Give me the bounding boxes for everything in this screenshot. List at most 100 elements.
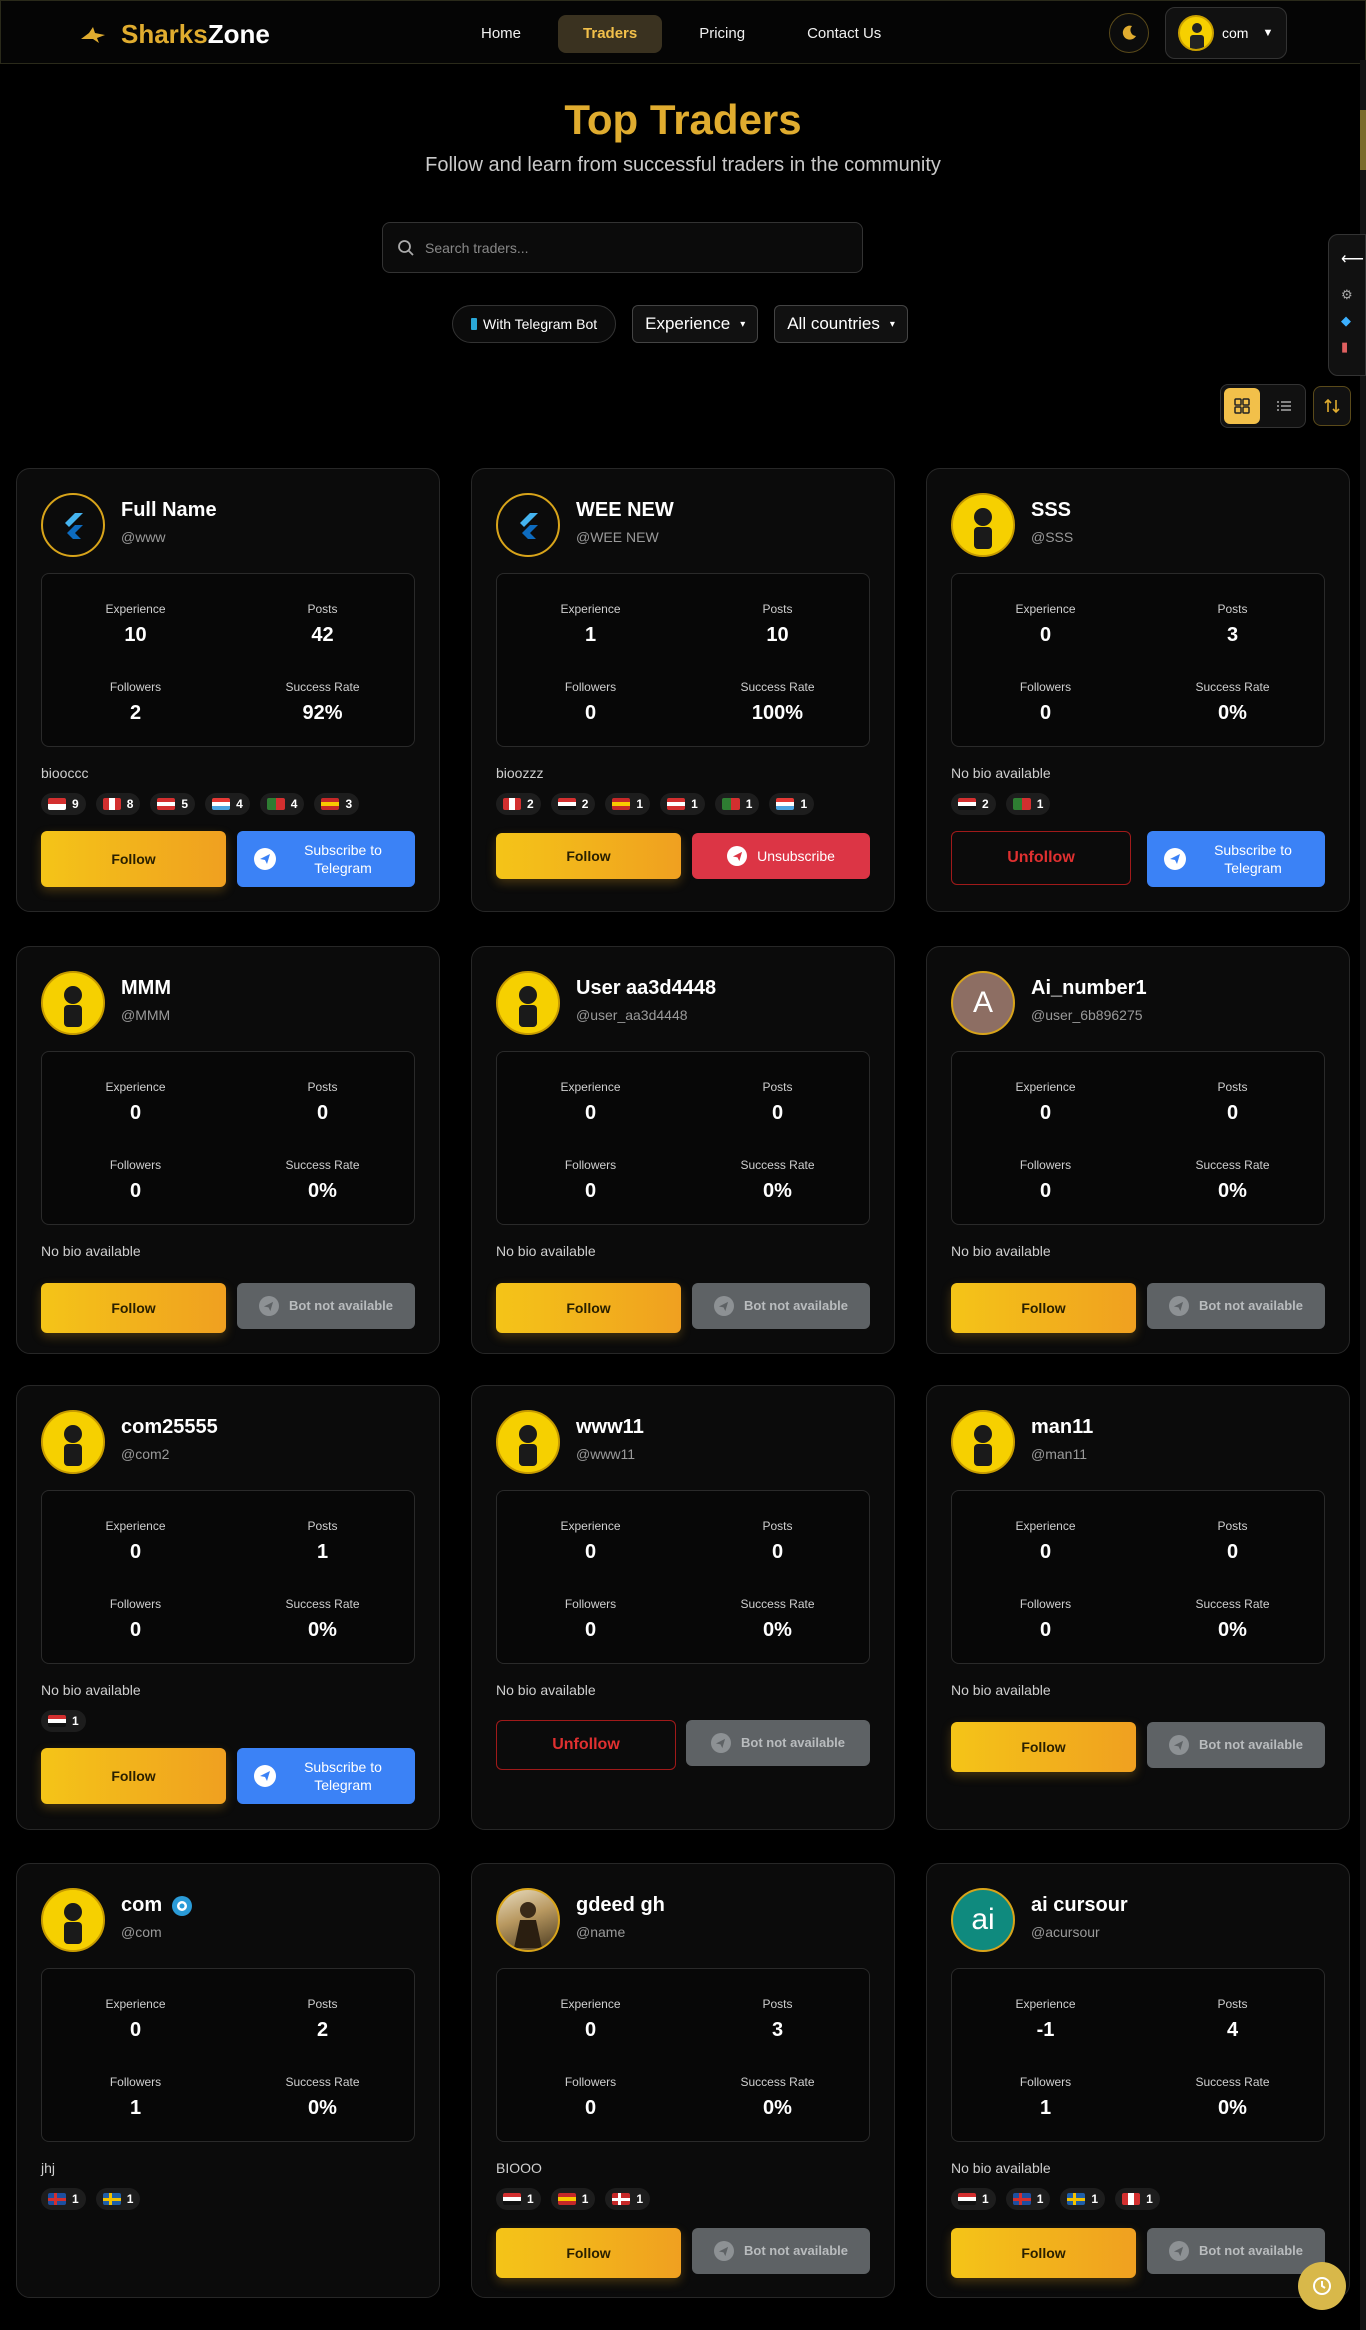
trader-avatar[interactable]: [41, 1888, 105, 1952]
country-chip[interactable]: 1: [1060, 2188, 1106, 2210]
bot-na-label: Bot not available: [1198, 2243, 1304, 2258]
trader-avatar[interactable]: [496, 1888, 560, 1952]
trader-avatar[interactable]: A: [951, 971, 1015, 1035]
user-menu-button[interactable]: com ▼: [1165, 7, 1287, 59]
stat-value: 0: [584, 1541, 597, 1563]
trader-avatar[interactable]: [41, 1410, 105, 1474]
sort-select[interactable]: Experience ▾: [632, 305, 759, 343]
country-select-value: All countries: [787, 314, 880, 333]
stat-experience: Experience 10: [42, 602, 229, 647]
country-chip[interactable]: 1: [550, 2188, 596, 2210]
trader-handle: @MMM: [121, 1007, 171, 1023]
country-chip[interactable]: 1: [41, 1710, 86, 1732]
nav-pricing[interactable]: Pricing: [674, 15, 770, 53]
grid-view-button[interactable]: [1224, 388, 1260, 424]
trader-name[interactable]: User aa3d4448: [576, 977, 716, 1000]
follow-button[interactable]: Follow: [41, 1283, 226, 1333]
country-chip[interactable]: 1: [95, 2188, 141, 2210]
diamond-icon[interactable]: ◆: [1341, 313, 1351, 329]
trader-name[interactable]: com: [121, 1894, 162, 1917]
trader-bio: No bio available: [496, 1682, 596, 1698]
country-chip[interactable]: 1: [1005, 793, 1051, 815]
country-chip[interactable]: 4: [205, 793, 250, 815]
country-chip[interactable]: 1: [660, 793, 705, 815]
subscribe-telegram-button[interactable]: Subscribe to Telegram: [1147, 831, 1325, 887]
trader-avatar[interactable]: ai: [951, 1888, 1015, 1952]
country-chip[interactable]: 2: [951, 793, 996, 815]
telegram-icon: [713, 2241, 734, 2261]
trader-name[interactable]: com25555: [121, 1416, 218, 1439]
flag-is-icon: [1012, 2193, 1031, 2205]
unfollow-button[interactable]: Unfollow: [496, 1720, 676, 1770]
sort-order-button[interactable]: [1313, 386, 1351, 426]
nav-home[interactable]: Home: [456, 15, 546, 53]
trader-name[interactable]: www11: [576, 1416, 644, 1439]
country-chip[interactable]: 1: [769, 793, 815, 815]
trader-avatar[interactable]: [496, 493, 560, 557]
clock-float-button[interactable]: [1298, 2262, 1346, 2310]
trader-avatar[interactable]: [951, 1410, 1015, 1474]
trader-name[interactable]: ai cursour: [1031, 1894, 1128, 1917]
trader-avatar[interactable]: [496, 971, 560, 1035]
country-chip[interactable]: 1: [605, 2188, 651, 2210]
country-chip[interactable]: 4: [259, 793, 305, 815]
country-chip[interactable]: 1: [714, 793, 760, 815]
follow-button[interactable]: Follow: [496, 1283, 681, 1333]
follow-button[interactable]: Follow: [41, 831, 226, 887]
country-chip[interactable]: 1: [605, 793, 651, 815]
brand-logo[interactable]: SharksZone: [79, 19, 270, 50]
list-view-button[interactable]: [1266, 388, 1302, 424]
trader-name[interactable]: gdeed gh: [576, 1894, 665, 1917]
country-chip[interactable]: 2: [550, 793, 596, 815]
stat-label: Posts: [307, 602, 338, 616]
follow-button[interactable]: Follow: [41, 1748, 226, 1804]
trader-avatar[interactable]: [41, 971, 105, 1035]
chart-icon[interactable]: ▮: [1341, 339, 1348, 355]
trader-name[interactable]: SSS: [1031, 499, 1071, 522]
theme-toggle-button[interactable]: [1109, 13, 1149, 53]
country-chip[interactable]: 8: [95, 793, 141, 815]
country-chip[interactable]: 1: [951, 2188, 996, 2210]
default-avatar-icon: [953, 1412, 1013, 1472]
subscribe-telegram-button[interactable]: Subscribe to Telegram: [237, 831, 415, 887]
follow-button[interactable]: Follow: [496, 833, 681, 879]
country-select[interactable]: All countries ▾: [774, 305, 908, 343]
country-chip[interactable]: 1: [496, 2188, 541, 2210]
country-chip[interactable]: 9: [41, 793, 86, 815]
trader-avatar[interactable]: [41, 493, 105, 557]
country-chip[interactable]: 1: [1115, 2188, 1160, 2210]
nav-contact[interactable]: Contact Us: [782, 15, 906, 53]
stat-label: Success Rate: [285, 680, 360, 694]
trader-avatar[interactable]: [496, 1410, 560, 1474]
trader-name[interactable]: Full Name: [121, 499, 217, 522]
arrow-left-icon[interactable]: ⟵: [1341, 249, 1364, 269]
country-chip[interactable]: 1: [41, 2188, 86, 2210]
nav-traders[interactable]: Traders: [558, 15, 663, 53]
follow-button[interactable]: Follow: [951, 1722, 1136, 1772]
country-count: 2: [982, 797, 989, 811]
stat-value: 0%: [763, 1180, 792, 1202]
country-chip[interactable]: 5: [150, 793, 196, 815]
unsubscribe-telegram-button[interactable]: Unsubscribe: [692, 833, 870, 879]
telegram-bot-filter[interactable]: With Telegram Bot: [452, 305, 617, 343]
country-chip[interactable]: 3: [314, 793, 360, 815]
country-chip[interactable]: 2: [496, 793, 541, 815]
follow-button[interactable]: Follow: [951, 2228, 1136, 2278]
search-input[interactable]: [425, 239, 825, 256]
gear-icon[interactable]: ⚙: [1341, 287, 1353, 303]
trader-name[interactable]: WEE NEW: [576, 499, 674, 522]
view-toggle: [1220, 384, 1306, 428]
telegram-icon: [1168, 1296, 1189, 1316]
page-scrollbar[interactable]: [1360, 60, 1366, 2330]
stat-value: 0: [316, 1102, 329, 1124]
trader-name[interactable]: Ai_number1: [1031, 977, 1147, 1000]
follow-button[interactable]: Follow: [951, 1283, 1136, 1333]
trader-avatar[interactable]: [951, 493, 1015, 557]
unfollow-button[interactable]: Unfollow: [951, 831, 1131, 885]
subscribe-telegram-button[interactable]: Subscribe to Telegram: [237, 1748, 415, 1804]
trader-name[interactable]: MMM: [121, 977, 171, 1000]
trader-name[interactable]: man11: [1031, 1416, 1093, 1439]
stat-value: 4: [1226, 2019, 1239, 2041]
country-chip[interactable]: 1: [1005, 2188, 1051, 2210]
follow-button[interactable]: Follow: [496, 2228, 681, 2278]
